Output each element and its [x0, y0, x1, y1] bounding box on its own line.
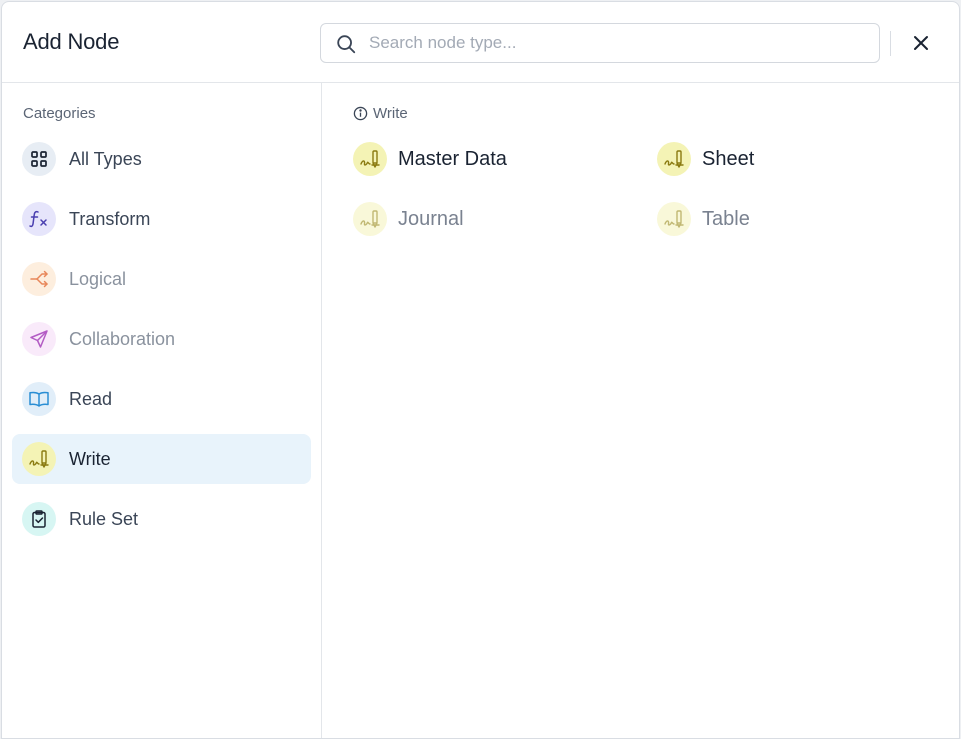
sidebar-item-all-types[interactable]: All Types — [12, 134, 311, 184]
node-label: Sheet — [702, 147, 755, 170]
sidebar-item-label: All Types — [69, 149, 142, 169]
dialog-title: Add Node — [23, 29, 120, 54]
search-icon — [337, 35, 356, 54]
add-node-dialog: Add Node Categories — [1, 1, 960, 739]
node-label: Table — [702, 207, 750, 230]
node-sheet[interactable]: Sheet — [657, 139, 754, 179]
search-box[interactable] — [320, 23, 880, 63]
sidebar-item-rule-set[interactable]: Rule Set — [12, 494, 311, 544]
sidebar-item-label: Read — [69, 389, 113, 409]
send-icon — [30, 330, 48, 348]
sidebar-item-transform[interactable]: Transform — [12, 194, 311, 244]
book-icon — [29, 391, 49, 407]
dialog-header: Add Node — [2, 2, 959, 83]
node-table[interactable]: Table — [657, 199, 750, 239]
node-master-data[interactable]: Master Data — [353, 139, 507, 179]
sidebar-item-logical[interactable]: Logical — [12, 254, 311, 304]
search-input[interactable] — [369, 24, 869, 62]
clipboard-check-icon — [32, 510, 46, 528]
sidebar-item-label: Rule Set — [69, 509, 139, 529]
node-label: Master Data — [398, 147, 507, 170]
section-header: Write — [353, 105, 408, 122]
function-icon — [29, 210, 47, 228]
node-label: Journal — [398, 207, 464, 230]
node-list-panel: Write Master Data Sheet Journal Table — [323, 83, 959, 738]
sidebar-item-label: Transform — [69, 209, 151, 229]
categories-label: Categories — [23, 105, 96, 122]
branch-icon — [30, 270, 48, 288]
grid-icon — [31, 151, 47, 167]
pen-write-icon — [360, 150, 380, 168]
pen-write-icon — [360, 210, 380, 228]
pen-write-icon — [664, 150, 684, 168]
pen-write-icon — [664, 210, 684, 228]
sidebar-item-label: Collaboration — [69, 329, 176, 349]
close-button[interactable] — [906, 28, 936, 58]
header-divider — [890, 31, 891, 56]
sidebar-item-label: Write — [69, 449, 111, 469]
sidebar-item-label: Logical — [69, 269, 127, 289]
sidebar-item-read[interactable]: Read — [12, 374, 311, 424]
close-icon — [914, 36, 928, 50]
category-sidebar: Categories All Types Transform Logical C… — [2, 83, 322, 738]
pen-write-icon — [29, 450, 49, 468]
sidebar-item-write[interactable]: Write — [12, 434, 311, 484]
info-icon — [353, 106, 368, 121]
section-label: Write — [373, 105, 408, 122]
node-journal[interactable]: Journal — [353, 199, 464, 239]
sidebar-item-collaboration[interactable]: Collaboration — [12, 314, 311, 364]
